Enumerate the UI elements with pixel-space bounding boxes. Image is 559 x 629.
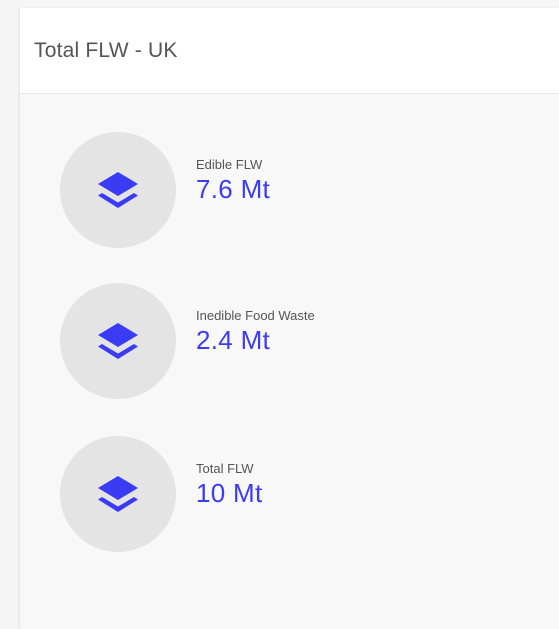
flw-summary-card: Total FLW - UK Edible FLW 7.6 Mt Inedibl… (20, 8, 559, 629)
stat-value: 7.6 Mt (196, 174, 271, 204)
stat-value: 10 Mt (196, 478, 263, 508)
card-title: Total FLW - UK (34, 38, 178, 62)
stat-text: Inedible Food Waste 2.4 Mt (196, 308, 315, 356)
stat-text: Edible FLW 7.6 Mt (196, 157, 270, 205)
layers-icon (98, 172, 138, 208)
stat-icon-circle (60, 283, 176, 399)
stat-label: Edible FLW (196, 157, 263, 172)
stat-total-flw: Total FLW 10 Mt (60, 436, 263, 552)
stat-inedible-food-waste: Inedible Food Waste 2.4 Mt (60, 283, 315, 399)
layers-icon (98, 323, 138, 359)
stat-label: Inedible Food Waste (196, 308, 315, 323)
stat-icon-circle (60, 436, 176, 552)
card-header: Total FLW - UK (20, 8, 559, 94)
stat-value: 2.4 Mt (196, 325, 271, 355)
stat-label: Total FLW (196, 461, 254, 476)
stat-text: Total FLW 10 Mt (196, 461, 263, 509)
layers-icon (98, 476, 138, 512)
stat-edible-flw: Edible FLW 7.6 Mt (60, 132, 270, 248)
stat-icon-circle (60, 132, 176, 248)
